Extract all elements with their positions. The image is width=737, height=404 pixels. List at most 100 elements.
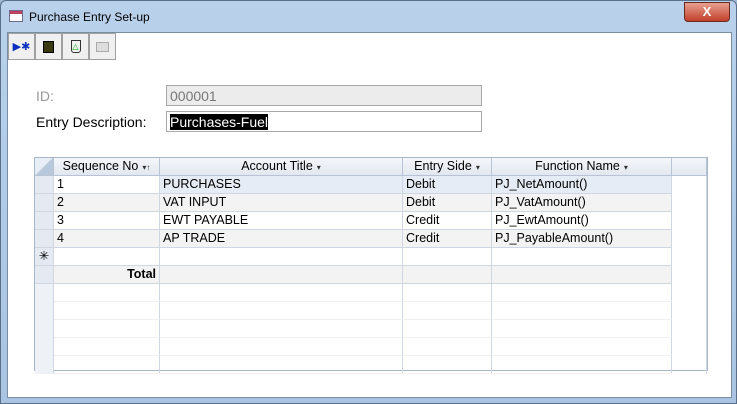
cell-entry-side[interactable]: Credit <box>403 230 492 248</box>
empty-cell <box>492 302 672 320</box>
select-all[interactable] <box>35 158 54 176</box>
empty-cell <box>35 320 54 338</box>
cell-account[interactable]: AP TRADE <box>160 230 403 248</box>
sort-ascending-icon: ▾↑ <box>142 163 151 172</box>
cell-function[interactable]: PJ_PayableAmount() <box>492 230 672 248</box>
window-frame: Purchase Entry Set-up X ▶✱ △ ID: 000001 … <box>0 0 737 404</box>
new-record-button[interactable]: ▶✱ <box>8 33 35 60</box>
id-field[interactable]: 000001 <box>166 85 482 106</box>
empty-cell <box>160 356 403 374</box>
empty-row <box>35 302 707 320</box>
table-row: 2 VAT INPUT Debit PJ_VatAmount() <box>35 194 707 212</box>
cell-function[interactable]: PJ_VatAmount() <box>492 194 672 212</box>
entry-description-field[interactable]: Purchases-Fuel <box>166 111 482 132</box>
empty-cell <box>403 284 492 302</box>
empty-cell <box>54 284 160 302</box>
empty-row <box>35 320 707 338</box>
header-label: Entry Side <box>414 159 472 173</box>
dropdown-icon: ▾ <box>316 163 321 172</box>
empty-cell <box>672 302 707 320</box>
new-row: ✳ <box>35 248 707 266</box>
cell-sequence[interactable]: 2 <box>54 194 160 212</box>
cell-account[interactable]: EWT PAYABLE <box>160 212 403 230</box>
header-label: Sequence No <box>62 159 139 173</box>
cell-account[interactable]: PURCHASES <box>160 176 403 194</box>
cell-blank <box>672 230 707 248</box>
empty-cell <box>54 338 160 356</box>
empty-cell <box>35 284 54 302</box>
entry-description-value: Purchases-Fuel <box>170 114 269 130</box>
empty-row <box>35 356 707 374</box>
empty-cell <box>35 356 54 374</box>
delete-icon: △ <box>70 40 81 53</box>
empty-cell <box>672 320 707 338</box>
cell-function[interactable]: PJ_NetAmount() <box>492 176 672 194</box>
cell-account[interactable]: VAT INPUT <box>160 194 403 212</box>
new-record-marker: ✳ <box>35 248 54 266</box>
cell-blank <box>672 266 707 284</box>
cell-new-sequence[interactable] <box>54 248 160 266</box>
empty-cell <box>54 320 160 338</box>
empty-cell <box>672 284 707 302</box>
cell-entry-side[interactable]: Debit <box>403 176 492 194</box>
cell-blank <box>672 194 707 212</box>
column-header-account[interactable]: Account Title ▾ <box>160 158 403 176</box>
total-function <box>492 266 672 284</box>
cell-new-function[interactable] <box>492 248 672 266</box>
record-selector[interactable] <box>35 212 54 230</box>
empty-cell <box>672 338 707 356</box>
table-row: 4 AP TRADE Credit PJ_PayableAmount() <box>35 230 707 248</box>
empty-cell <box>35 302 54 320</box>
id-label: ID: <box>36 88 54 104</box>
column-header-sequence[interactable]: Sequence No ▾↑ <box>54 158 160 176</box>
total-account <box>160 266 403 284</box>
empty-cell <box>403 338 492 356</box>
header-blank <box>672 158 707 176</box>
header-label: Account Title <box>241 159 313 173</box>
cell-new-side[interactable] <box>403 248 492 266</box>
empty-cell <box>492 284 672 302</box>
empty-cell <box>160 302 403 320</box>
table-row: 3 EWT PAYABLE Credit PJ_EwtAmount() <box>35 212 707 230</box>
cell-new-account[interactable] <box>160 248 403 266</box>
print-button[interactable] <box>89 33 116 60</box>
column-header-function[interactable]: Function Name ▾ <box>492 158 672 176</box>
empty-cell <box>403 320 492 338</box>
cell-blank <box>672 212 707 230</box>
empty-cell <box>403 356 492 374</box>
record-selector[interactable] <box>35 230 54 248</box>
empty-cell <box>492 338 672 356</box>
delete-button[interactable]: △ <box>62 33 89 60</box>
cell-sequence[interactable]: 4 <box>54 230 160 248</box>
dropdown-icon: ▾ <box>475 163 480 172</box>
save-icon <box>43 40 54 53</box>
cell-sequence[interactable]: 1 <box>54 176 160 194</box>
total-side <box>403 266 492 284</box>
header-row: Sequence No ▾↑ Account Title ▾ Entry Side ▾… <box>35 158 707 176</box>
save-button[interactable] <box>35 33 62 60</box>
close-button[interactable]: X <box>684 2 730 22</box>
dropdown-icon: ▾ <box>623 163 628 172</box>
empty-cell <box>35 338 54 356</box>
empty-cell <box>54 302 160 320</box>
table-row: 1 PURCHASES Debit PJ_NetAmount() <box>35 176 707 194</box>
entries-datasheet: Sequence No ▾↑ Account Title ▾ Entry Side ▾… <box>34 157 708 374</box>
empty-cell <box>160 284 403 302</box>
column-header-entry-side[interactable]: Entry Side ▾ <box>403 158 492 176</box>
cell-entry-side[interactable]: Credit <box>403 212 492 230</box>
record-selector[interactable] <box>35 194 54 212</box>
cell-sequence[interactable]: 3 <box>54 212 160 230</box>
total-label: Total <box>54 266 160 284</box>
cell-entry-side[interactable]: Debit <box>403 194 492 212</box>
header-label: Function Name <box>535 159 620 173</box>
record-selector[interactable] <box>35 176 54 194</box>
entry-description-label: Entry Description: <box>36 114 147 130</box>
print-icon <box>96 41 109 52</box>
cell-blank <box>672 248 707 266</box>
cell-function[interactable]: PJ_EwtAmount() <box>492 212 672 230</box>
empty-cell <box>672 356 707 374</box>
empty-cell <box>160 338 403 356</box>
form-body: ▶✱ △ ID: 000001 Entry Description: Purch… <box>7 32 732 398</box>
empty-row <box>35 338 707 356</box>
empty-cell <box>160 320 403 338</box>
